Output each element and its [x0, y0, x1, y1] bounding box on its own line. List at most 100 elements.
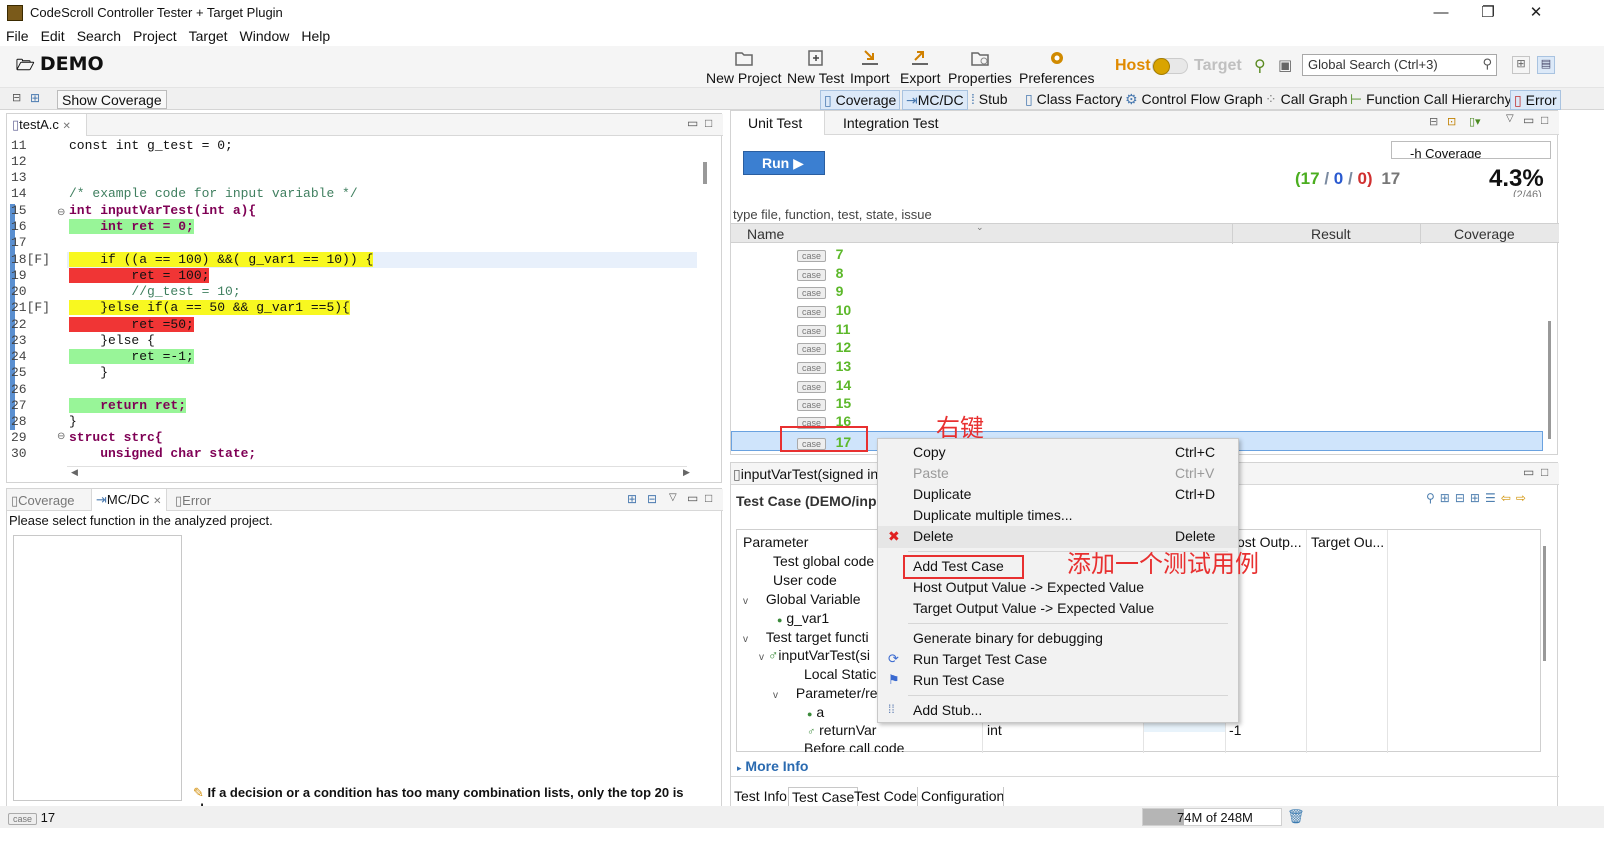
garbage-collect-icon[interactable]: 🗑 [1287, 808, 1305, 825]
test-case-row[interactable]: case 10 [797, 302, 851, 318]
view-coverage[interactable]: ▯ Coverage [820, 90, 901, 110]
show-coverage-button[interactable]: Show Coverage [57, 90, 167, 109]
close-icon[interactable]: ✕ [153, 496, 161, 507]
tree-view-icon[interactable]: ⊞ [1470, 491, 1485, 505]
editor-tab-testa[interactable]: ▯testA.c ✕ [7, 114, 87, 136]
layout-icon[interactable]: ▯▾ [1469, 115, 1481, 128]
code-line[interactable]: //g_test = 10; [69, 284, 240, 299]
code-line-uncovered[interactable]: ret =50; [69, 317, 194, 332]
code-line[interactable]: } [69, 365, 108, 380]
col-target-output[interactable]: Target Ou... [1311, 534, 1384, 550]
maximize-icon[interactable]: □ [1541, 113, 1548, 127]
editor-tab-inputvartest[interactable]: ▯inputVarTest(signed in [733, 466, 879, 483]
menu-item-paste[interactable]: Paste [913, 465, 949, 481]
menu-target[interactable]: Target [183, 26, 234, 46]
maximize-icon[interactable]: □ [705, 116, 712, 130]
view-control-flow-graph[interactable]: ⚙ Control Flow Graph [1125, 90, 1263, 108]
scroll-left-icon[interactable]: ◀ [71, 467, 78, 478]
col-parameter[interactable]: Parameter [743, 534, 808, 550]
menu-item-host-output-expected[interactable]: Host Output Value -> Expected Value [913, 579, 1144, 595]
param-row[interactable]: v ♂inputVarTest(si [759, 647, 870, 663]
code-line[interactable]: struct strc{ [69, 430, 163, 445]
tab-integration-test[interactable]: Integration Test [843, 115, 938, 131]
param-row[interactable]: ● a [807, 704, 824, 720]
list-view-icon[interactable]: ☰ [1485, 491, 1501, 505]
open-perspective-icon[interactable]: ⊞ [1512, 56, 1530, 74]
memory-bar[interactable]: 74M of 248M [1142, 808, 1282, 826]
code-line-partial[interactable]: }else if(a == 50 && g_var1 ==5){ [69, 300, 350, 315]
view-stub[interactable]: ⁞ Stub [971, 90, 1008, 108]
param-row[interactable]: v Test target functi [743, 629, 869, 645]
code-line[interactable]: }else { [69, 333, 155, 348]
menu-item-run-test-case[interactable]: Run Test Case [913, 672, 1005, 688]
close-button[interactable]: ✕ [1516, 2, 1556, 24]
perspective-icon[interactable]: ▤ [1537, 56, 1555, 74]
vertical-scrollbar[interactable] [703, 162, 707, 184]
collapse-all-icon[interactable]: ⊟ [647, 492, 657, 506]
view-call-graph[interactable]: ⁘ Call Graph [1265, 90, 1348, 108]
expand-all-icon[interactable]: ⊞ [627, 492, 637, 506]
minimize-icon[interactable]: ▭ [687, 116, 698, 130]
vertical-scrollbar[interactable] [1548, 321, 1551, 439]
tab-mcdc[interactable]: ⇥MC/DC ✕ [91, 489, 167, 511]
code-line-covered[interactable]: int ret = 0; [69, 219, 194, 234]
expand-all-icon[interactable]: ⊞ [1440, 491, 1455, 505]
maximize-icon[interactable]: □ [1541, 465, 1548, 479]
test-case-row[interactable]: case 11 [797, 321, 850, 337]
view-menu-icon[interactable]: ▽ [669, 492, 677, 503]
menu-item-duplicate[interactable]: Duplicate [913, 486, 971, 502]
col-result[interactable]: Result [1311, 226, 1351, 242]
tab-unit-test[interactable]: Unit Test [731, 111, 825, 135]
chevron-down-icon[interactable]: v [773, 690, 778, 701]
param-row[interactable]: User code [773, 572, 837, 588]
menu-file[interactable]: File [0, 26, 35, 46]
connect-icon[interactable]: ⚲ [1254, 56, 1266, 76]
tab-test-info[interactable]: Test Info [731, 787, 790, 807]
export-button[interactable]: Export [900, 48, 940, 86]
collapse-tree-icon[interactable]: ⊟ [1429, 115, 1438, 128]
menu-item-duplicate-multiple[interactable]: Duplicate multiple times... [913, 507, 1073, 523]
menu-project[interactable]: Project [127, 26, 183, 46]
test-filter-input[interactable]: type file, function, test, state, issue [733, 207, 932, 222]
code-line[interactable]: unsigned char state; [69, 446, 256, 461]
code-line-covered[interactable]: ret =-1; [69, 349, 194, 364]
param-row[interactable]: ● g_var1 [777, 610, 829, 626]
new-test-button[interactable]: New Test [787, 48, 844, 86]
chevron-down-icon[interactable]: v [743, 634, 748, 645]
host-target-toggle[interactable] [1152, 58, 1188, 75]
param-row[interactable]: v Global Variable [743, 591, 861, 607]
collapse-icon[interactable]: ⊟ [12, 91, 21, 104]
col-coverage[interactable]: Coverage [1454, 226, 1515, 242]
menu-help[interactable]: Help [295, 26, 336, 46]
maximize-button[interactable]: ❐ [1468, 2, 1508, 24]
preferences-button[interactable]: Preferences [1019, 48, 1094, 86]
vertical-scrollbar[interactable] [1543, 546, 1546, 661]
maximize-icon[interactable]: □ [705, 491, 712, 505]
minimize-icon[interactable]: ▭ [1523, 113, 1534, 127]
minimize-icon[interactable]: ▭ [1523, 465, 1534, 479]
menu-item-delete[interactable]: Delete [913, 528, 953, 544]
code-line[interactable]: /* example code for input variable */ [69, 186, 358, 201]
tab-coverage[interactable]: ▯Coverage [11, 493, 75, 509]
scroll-right-icon[interactable]: ▶ [683, 467, 690, 478]
view-menu-icon[interactable]: ▽ [1506, 113, 1514, 124]
test-case-row[interactable]: case 8 [797, 265, 843, 281]
param-row[interactable]: v Parameter/re [773, 685, 878, 701]
chevron-down-icon[interactable]: v [743, 596, 748, 607]
menu-window[interactable]: Window [234, 26, 296, 46]
code-line[interactable]: const int g_test = 0; [69, 138, 233, 153]
code-line[interactable]: int inputVarTest(int a){ [69, 203, 256, 218]
menu-edit[interactable]: Edit [35, 26, 71, 46]
tab-error[interactable]: ▯Error [175, 493, 211, 509]
coverage-filter-field[interactable]: -h Coverage [1391, 141, 1551, 159]
collapse-all-icon[interactable]: ⊟ [1455, 491, 1470, 505]
param-row[interactable]: Test global code [773, 553, 874, 569]
test-case-row[interactable]: case 14 [797, 377, 851, 393]
view-error[interactable]: ▯ Error [1510, 90, 1561, 110]
global-search-input[interactable]: Global Search (Ctrl+3) ⚲ [1302, 54, 1497, 76]
view-class-factory[interactable]: ▯ Class Factory [1025, 90, 1122, 108]
menu-item-run-target-test-case[interactable]: Run Target Test Case [913, 651, 1047, 667]
more-info-link[interactable]: ▸ More Info [737, 758, 808, 774]
tree-icon[interactable]: ⊞ [30, 91, 40, 105]
test-case-row[interactable]: case 9 [797, 283, 843, 299]
